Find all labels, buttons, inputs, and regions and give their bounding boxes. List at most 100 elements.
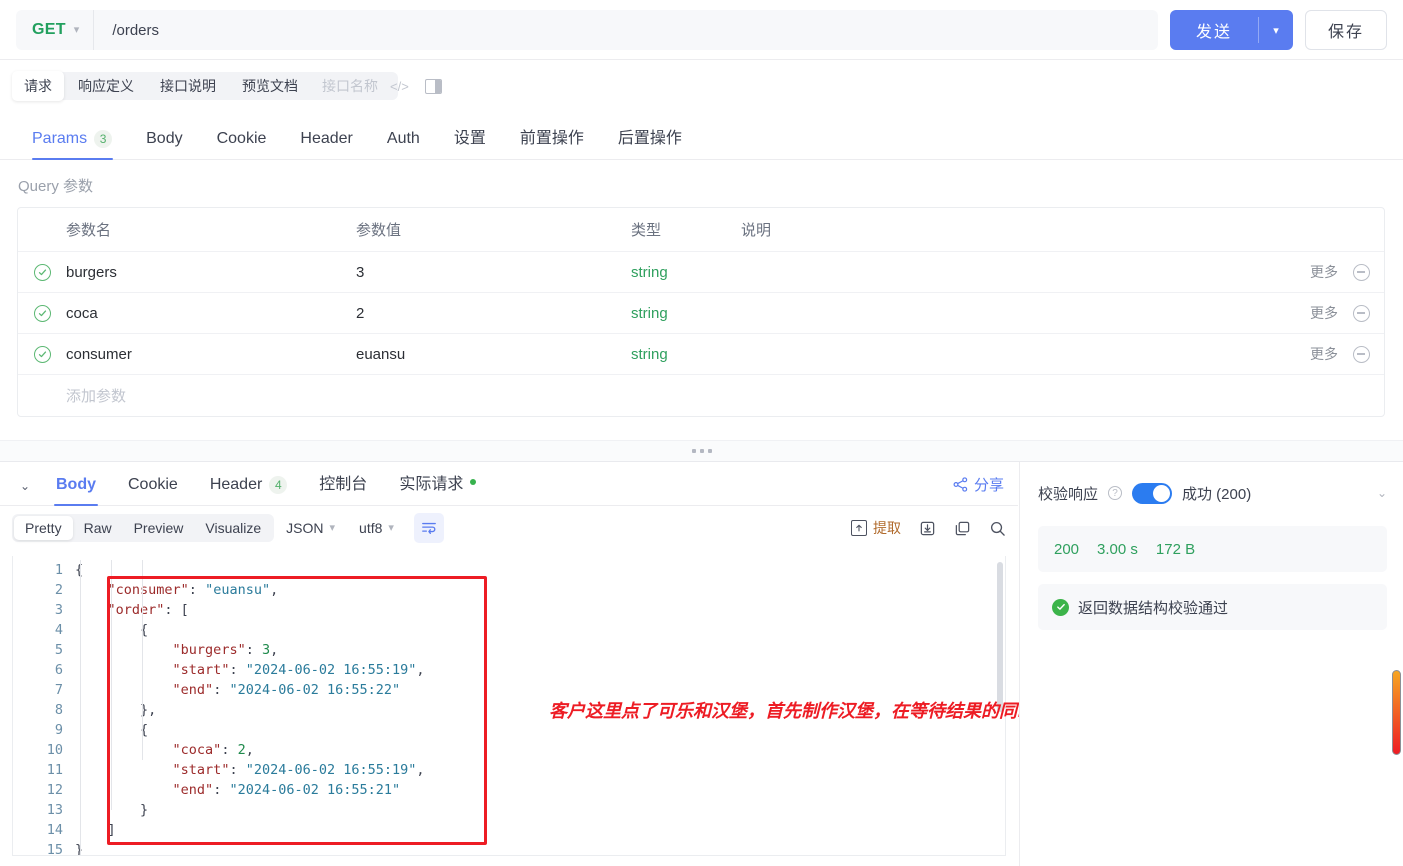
param-value[interactable]: 3: [356, 264, 631, 281]
subtab-request[interactable]: 请求: [12, 71, 64, 101]
code-line: "start": "2024-06-02 16:55:19",: [172, 762, 425, 778]
param-type[interactable]: string: [631, 346, 741, 363]
param-name[interactable]: coca: [66, 305, 356, 322]
tab-auth[interactable]: Auth: [370, 130, 437, 159]
response-format-toolbar: Pretty Raw Preview Visualize JSON ▾ utf8…: [0, 506, 1018, 550]
chevron-down-icon: ▾: [73, 23, 80, 36]
param-name[interactable]: burgers: [66, 264, 356, 281]
add-param-row[interactable]: 添加参数: [18, 375, 1384, 416]
response-time: 3.00 s: [1097, 540, 1138, 558]
code-line-number: 6: [54, 662, 63, 678]
drag-handle-dots-icon: [707, 449, 712, 453]
tab-settings[interactable]: 设置: [437, 124, 503, 159]
layout-panel-icon[interactable]: [424, 78, 442, 94]
status-code: 200: [1054, 540, 1080, 558]
code-brackets-icon[interactable]: </>: [384, 79, 415, 94]
code-indent-guide: [80, 560, 81, 855]
param-value[interactable]: 2: [356, 305, 631, 322]
table-row: burgers 3 string 更多: [18, 252, 1384, 293]
tab-pre-operation[interactable]: 前置操作: [503, 124, 601, 159]
question-circle-icon[interactable]: ?: [1108, 486, 1123, 500]
url-path-input[interactable]: /orders: [94, 22, 159, 39]
language-selector[interactable]: JSON ▾: [274, 520, 347, 536]
query-params-label: Query 参数: [18, 178, 94, 195]
subtab-preview-doc[interactable]: 预览文档: [230, 71, 310, 101]
row-more-button[interactable]: 更多: [1276, 303, 1338, 323]
row-delete-button[interactable]: [1338, 345, 1384, 363]
response-verify-panel: 校验响应 ? 成功 (200) ⌄ 200 3.00 s 172 B 返回数据结…: [1019, 462, 1403, 866]
copy-icon[interactable]: [954, 520, 971, 537]
response-tab-actual-request[interactable]: 实际请求: [383, 470, 492, 505]
code-line: {: [140, 622, 149, 638]
code-line: "consumer": "euansu",: [107, 582, 279, 598]
code-line: "order": [: [107, 602, 189, 618]
share-label: 分享: [973, 477, 1004, 494]
code-line: "start": "2024-06-02 16:55:19",: [172, 662, 425, 678]
code-line-number: 1: [54, 562, 63, 578]
send-options-chevron-down-icon[interactable]: ▾: [1259, 10, 1293, 50]
encoding-selector[interactable]: utf8 ▾: [347, 520, 406, 536]
subtab-api-description[interactable]: 接口说明: [148, 71, 228, 101]
response-tab-body-label: Body: [56, 476, 96, 493]
code-line-number: 13: [46, 802, 63, 818]
download-icon[interactable]: [919, 520, 936, 537]
method-selector[interactable]: GET ▾: [16, 10, 95, 50]
row-enable-checkbox[interactable]: [18, 345, 66, 363]
share-button[interactable]: 分享: [953, 474, 1004, 495]
row-more-button[interactable]: 更多: [1276, 262, 1338, 282]
collapse-chevron-down-icon[interactable]: ⌄: [10, 479, 40, 505]
chevron-down-icon: ▾: [329, 521, 336, 534]
response-tab-header-badge: 4: [269, 476, 288, 494]
tab-body-label: Body: [146, 130, 183, 147]
response-tab-body[interactable]: Body: [40, 476, 112, 506]
tab-cookie[interactable]: Cookie: [200, 130, 284, 159]
param-type[interactable]: string: [631, 264, 741, 281]
language-label: JSON: [286, 520, 324, 536]
tab-body[interactable]: Body: [129, 130, 199, 159]
tab-header-label: Header: [300, 130, 353, 147]
verify-status-label: 成功 (200): [1182, 485, 1252, 503]
extract-button[interactable]: 提取: [851, 518, 901, 538]
params-table-header: 参数名 参数值 类型 说明: [18, 208, 1384, 252]
word-wrap-button[interactable]: [413, 513, 444, 543]
column-header-value: 参数值: [356, 222, 402, 239]
row-delete-button[interactable]: [1338, 304, 1384, 322]
save-button[interactable]: 保存: [1304, 10, 1387, 50]
param-name[interactable]: consumer: [66, 346, 356, 363]
tab-params[interactable]: Params 3: [18, 130, 129, 160]
view-mode-raw[interactable]: Raw: [73, 516, 123, 540]
send-button-group[interactable]: 发送 ▾: [1169, 10, 1293, 50]
row-enable-checkbox[interactable]: [18, 304, 66, 322]
send-button[interactable]: 发送: [1170, 10, 1258, 50]
param-value[interactable]: euansu: [356, 346, 631, 363]
panel-resize-handle[interactable]: [0, 440, 1403, 462]
response-tab-header[interactable]: Header 4: [194, 476, 303, 505]
tab-post-operation[interactable]: 后置操作: [601, 124, 699, 159]
code-line-number: 3: [54, 602, 63, 618]
view-mode-preview[interactable]: Preview: [123, 516, 195, 540]
code-vertical-scrollbar[interactable]: [997, 562, 1003, 712]
url-input-group[interactable]: GET ▾ /orders: [16, 10, 1158, 50]
minus-circle-icon: [1352, 304, 1370, 322]
row-enable-checkbox[interactable]: [18, 263, 66, 281]
view-mode-visualize[interactable]: Visualize: [194, 516, 272, 540]
view-mode-pretty[interactable]: Pretty: [14, 516, 73, 540]
verify-response-toggle[interactable]: [1132, 482, 1173, 504]
row-more-button[interactable]: 更多: [1276, 344, 1338, 364]
add-param-placeholder[interactable]: 添加参数: [66, 385, 356, 406]
code-line-number: 7: [54, 682, 63, 698]
verify-response-row: 校验响应 ? 成功 (200) ⌄: [1038, 478, 1387, 508]
page-scrollbar[interactable]: [1392, 670, 1401, 755]
column-header-description: 说明: [741, 222, 772, 239]
tab-header[interactable]: Header: [283, 130, 369, 159]
row-delete-button[interactable]: [1338, 263, 1384, 281]
chevron-down-icon[interactable]: ⌄: [1377, 486, 1387, 500]
minus-circle-icon: [1352, 263, 1370, 281]
param-type[interactable]: string: [631, 305, 741, 322]
response-tab-console[interactable]: 控制台: [303, 470, 383, 505]
search-icon[interactable]: [989, 520, 1006, 537]
subtab-response-definition[interactable]: 响应定义: [66, 71, 146, 101]
response-tab-cookie[interactable]: Cookie: [112, 476, 194, 505]
api-name-placeholder: 接口名称: [322, 78, 378, 94]
response-actions: 提取: [851, 518, 1006, 538]
